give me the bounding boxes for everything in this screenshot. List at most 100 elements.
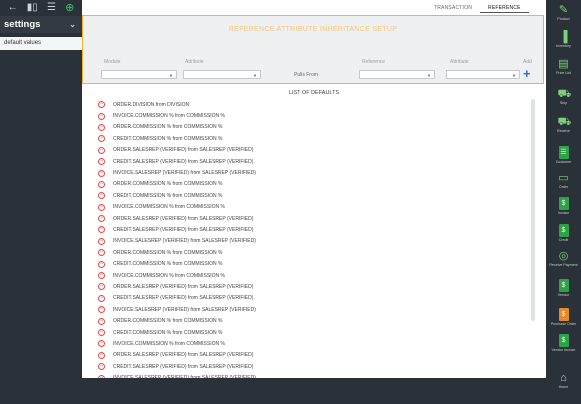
rail-item-label: Credit	[558, 238, 569, 242]
remove-icon[interactable]: −	[98, 146, 105, 154]
list-item: − INVOICE.COMMISSION % from COMMISSION %	[98, 338, 538, 349]
list-item: − ORDER.SALESREP (VERIFIED) from SALESREP…	[98, 145, 538, 156]
main-content: TRANSACTION REFERENCE REFERENCE ATTRIBUT…	[82, 0, 546, 404]
remove-icon[interactable]: −	[98, 158, 105, 166]
back-arrow-icon[interactable]: ←	[8, 0, 18, 16]
list-item-text: CREDIT.COMMISSION % from COMMISSION %	[113, 135, 223, 142]
bottom-bar	[82, 378, 546, 404]
remove-icon[interactable]: −	[98, 363, 105, 371]
rail-item-inventory[interactable]: ▐ Inventory	[546, 31, 581, 48]
pulls-from-label: Pulls From	[294, 72, 318, 78]
remove-icon[interactable]: −	[98, 123, 105, 131]
add-button[interactable]: +	[523, 67, 531, 80]
remove-icon[interactable]: −	[98, 283, 105, 291]
remove-icon[interactable]: −	[98, 306, 105, 314]
remove-icon[interactable]: −	[98, 351, 105, 359]
truck-icon: ⛟	[557, 88, 572, 100]
rail-item-vendor[interactable]: $ Vendor	[546, 279, 581, 297]
rail-item-purchase-order[interactable]: $ Purchase Order	[546, 308, 581, 326]
rail-item-customer[interactable]: ☰ Customer	[546, 146, 581, 164]
tab-transaction[interactable]: TRANSACTION	[426, 4, 480, 13]
list-item: − CREDIT.COMMISSION % from COMMISSION %	[98, 190, 538, 201]
add-label: Add	[523, 59, 532, 65]
rail-item-label: Inventory	[556, 44, 571, 48]
remove-icon[interactable]: −	[98, 192, 105, 200]
list-menu-icon[interactable]: ☰	[47, 0, 56, 16]
remove-icon[interactable]: −	[98, 249, 105, 257]
list-item-text: ORDER.COMMISSION % from COMMISSION %	[113, 124, 223, 131]
rail-item-receive[interactable]: ⛟ Receive	[546, 116, 581, 133]
list-item: − CREDIT.SALESREP (VERIFIED) from SALESRE…	[98, 156, 538, 167]
list-item-text: CREDIT.SALESREP (VERIFIED) from SALESREP…	[113, 226, 254, 233]
tab-bar: TRANSACTION REFERENCE	[426, 4, 529, 13]
attribute-select[interactable]: ▼	[183, 70, 261, 79]
settings-header[interactable]: settings ⌄	[0, 16, 82, 33]
remove-icon[interactable]: −	[98, 215, 105, 223]
remove-icon[interactable]: −	[98, 101, 105, 109]
remove-icon[interactable]: −	[98, 294, 105, 302]
remove-icon[interactable]: −	[98, 272, 105, 280]
remove-icon[interactable]: −	[98, 135, 105, 143]
list-item-text: CREDIT.COMMISSION % from COMMISSION %	[113, 329, 223, 336]
caret-down-icon: ▼	[253, 73, 257, 78]
remove-icon[interactable]: −	[98, 112, 105, 120]
rail-item-vendor-invoice[interactable]: $ Vendor Invoice	[546, 334, 581, 352]
list-item-text: CREDIT.SALESREP (VERIFIED) from SALESREP…	[113, 363, 254, 370]
remove-icon[interactable]: −	[98, 329, 105, 336]
remove-icon[interactable]: −	[98, 203, 105, 211]
remove-icon[interactable]: −	[98, 180, 105, 188]
rail-item-home[interactable]: ⌂ Home	[546, 372, 581, 389]
caret-down-icon: ▼	[427, 73, 431, 78]
rail-item-order[interactable]: ▭ Order	[546, 172, 581, 189]
list-item-text: CREDIT.SALESREP (VERIFIED) from SALESREP…	[113, 295, 254, 302]
list-item-text: INVOICE.SALESREP (VERIFIED) from SALESRE…	[113, 170, 256, 177]
rail-item-price-list[interactable]: ▤ Price List	[546, 58, 581, 75]
rail-item-receive-payment[interactable]: ◎ Receive Payment	[546, 250, 581, 267]
remove-icon[interactable]: −	[98, 169, 105, 177]
list-item: − CREDIT.SALESREP (VERIFIED) from SALESRE…	[98, 361, 538, 372]
rail-item-label: Ship	[559, 101, 568, 105]
payment-icon: ◎	[558, 250, 569, 262]
defaults-list: − ORDER.DIVISION from DIVISION − INVOICE.CO…	[98, 99, 538, 384]
add-circle-icon[interactable]: ⊕	[65, 0, 74, 16]
bar-chart-icon[interactable]: ▮▯	[27, 0, 38, 16]
sidebar-item-default-values[interactable]: default values	[0, 37, 82, 50]
list-item: − INVOICE.COMMISSION % from COMMISSION %	[98, 202, 538, 213]
list-item-text: ORDER.SALESREP (VERIFIED) from SALESREP …	[113, 215, 254, 222]
list-item: − ORDER.DIVISION from DIVISION	[98, 99, 538, 110]
rail-item-product[interactable]: ✎ Product	[546, 4, 581, 21]
list-item: − ORDER.SALESREP (VERIFIED) from SALESREP…	[98, 213, 538, 224]
rail-item-invoice[interactable]: $ Invoice	[546, 197, 581, 215]
remove-icon[interactable]: −	[98, 237, 105, 245]
list-item: − INVOICE.SALESREP (VERIFIED) from SALESR…	[98, 167, 538, 178]
credit-icon: $	[558, 224, 569, 237]
remove-icon[interactable]: −	[98, 260, 105, 268]
module-label: Module	[104, 59, 121, 65]
list-item: − CREDIT.COMMISSION % from COMMISSION %	[98, 258, 538, 269]
attribute2-label: Attribute	[450, 59, 469, 65]
reference-select[interactable]: ▼	[359, 70, 435, 79]
rail-item-label: Home	[558, 385, 569, 389]
list-item: − INVOICE.COMMISSION % from COMMISSION %	[98, 110, 538, 121]
order-icon: ▭	[558, 172, 569, 184]
list-scrollbar[interactable]	[531, 99, 535, 321]
rail-item-credit[interactable]: $ Credit	[546, 224, 581, 242]
module-select[interactable]: ▼	[101, 70, 177, 79]
tab-reference[interactable]: REFERENCE	[480, 4, 529, 13]
list-item: − INVOICE.COMMISSION % from COMMISSION %	[98, 270, 538, 281]
rail-item-ship[interactable]: ⛟ Ship	[546, 88, 581, 105]
remove-icon[interactable]: −	[98, 340, 105, 348]
list-item: − CREDIT.SALESREP (VERIFIED) from SALESRE…	[98, 293, 538, 304]
rail-item-label: Invoice	[557, 211, 570, 215]
vendor-invoice-icon: $	[558, 334, 569, 347]
remove-icon[interactable]: −	[98, 226, 105, 234]
list-item: − CREDIT.SALESREP (VERIFIED) from SALESRE…	[98, 224, 538, 235]
rail-item-label: Customer	[555, 160, 572, 164]
customer-icon: ☰	[558, 146, 569, 159]
list-item-text: INVOICE.SALESREP (VERIFIED) from SALESRE…	[113, 238, 256, 245]
attribute2-select[interactable]: ▼	[446, 70, 520, 79]
remove-icon[interactable]: −	[98, 317, 105, 325]
left-sidebar: ← ▮▯ ☰ ⊕ settings ⌄ default values	[0, 0, 82, 404]
list-item-text: ORDER.DIVISION from DIVISION	[113, 101, 190, 108]
vendor-icon: $	[558, 279, 569, 292]
